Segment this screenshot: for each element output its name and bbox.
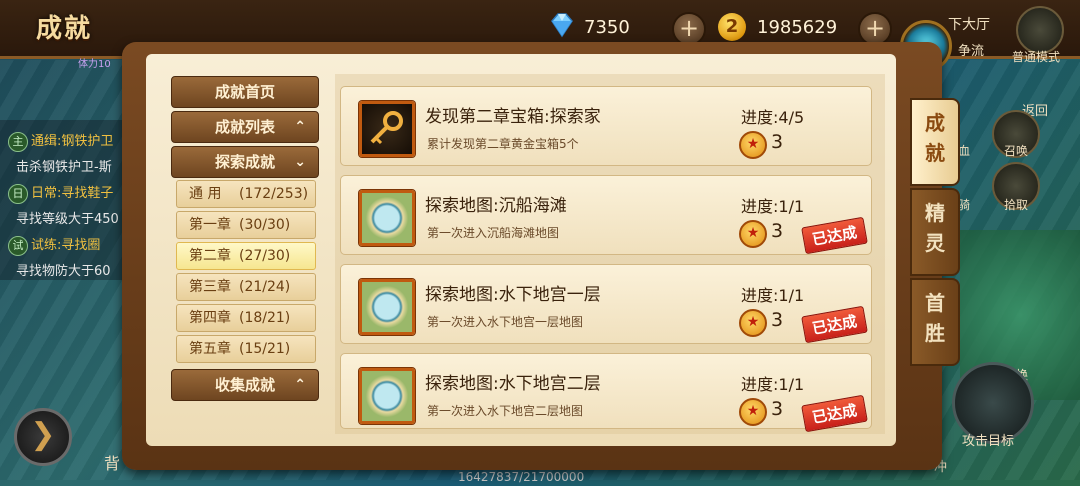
key-icon (359, 101, 415, 157)
sub-item-chapter-1[interactable]: 第一章 (30/30) (176, 211, 316, 239)
star-medal-icon: ★ (739, 398, 767, 426)
achievement-reward: 3 (771, 220, 784, 242)
gold-coin-icon: 2 (718, 13, 746, 41)
nav-achievement-list[interactable]: 成就列表 ⌃ (171, 111, 319, 143)
tab-achievement[interactable]: 成就 (910, 98, 960, 186)
completed-stamp: 已达成 (801, 305, 868, 344)
tab-spirit[interactable]: 精灵 (910, 188, 960, 276)
sub-item-chapter-4[interactable]: 第四章 (18/21) (176, 304, 316, 332)
achievement-progress: 进度:4/5 (741, 108, 805, 127)
contest-label: 争流 (958, 44, 985, 59)
expand-arrow-button[interactable]: ❯ (14, 408, 72, 466)
add-diamond-button[interactable]: + (672, 12, 706, 46)
achievement-progress: 进度:1/1 (741, 286, 805, 305)
completed-stamp: 已达成 (801, 394, 868, 433)
pickup-label[interactable]: 拾取 (1004, 196, 1028, 213)
sub-item-chapter-3[interactable]: 第三章 (21/24) (176, 273, 316, 301)
gold-count: 1985629 (757, 17, 838, 38)
achievement-progress: 进度:1/1 (741, 197, 805, 216)
achievement-desc: 第一次进入水下地宫二层地图 (427, 404, 584, 418)
achievement-title: 探索地图:水下地宫一层 (425, 285, 601, 305)
chevron-up-icon: ⌃ (294, 377, 306, 393)
hall-label[interactable]: 下大厅 (948, 14, 990, 34)
star-medal-icon: ★ (739, 131, 767, 159)
sub-item-chapter-5[interactable]: 第五章 (15/21) (176, 335, 316, 363)
chevron-down-icon: ⌄ (294, 154, 306, 170)
mode-label: 普通模式 (1012, 50, 1061, 64)
achievement-card[interactable]: 探索地图:水下地宫一层 第一次进入水下地宫一层地图 进度:1/1 ★ 3 已达成 (340, 264, 872, 344)
nav-explore-achievements[interactable]: 探索成就 ⌄ (171, 146, 319, 178)
achievement-desc: 第一次进入水下地宫一层地图 (427, 315, 584, 329)
chevron-up-icon: ⌃ (294, 119, 306, 135)
completed-stamp: 已达成 (801, 216, 868, 255)
add-gold-button[interactable]: + (858, 12, 892, 46)
achievement-progress: 进度:1/1 (741, 375, 805, 394)
mode-icon[interactable] (1016, 6, 1064, 54)
achievement-card[interactable]: 探索地图:沉船海滩 第一次进入沉船海滩地图 进度:1/1 ★ 3 已达成 (340, 175, 872, 255)
achievement-reward: 3 (771, 398, 784, 420)
summon-label[interactable]: 召唤 (1004, 142, 1028, 159)
tab-first-win[interactable]: 首胜 (910, 278, 960, 366)
achievement-reward: 3 (771, 131, 784, 153)
achievement-card[interactable]: 探索地图:水下地宫二层 第一次进入水下地宫二层地图 进度:1/1 ★ 3 已达成 (340, 353, 872, 433)
sub-item-chapter-2[interactable]: 第二章 (27/30) (176, 242, 316, 270)
achievement-title: 探索地图:沉船海滩 (425, 196, 567, 216)
achievement-desc: 第一次进入沉船海滩地图 (427, 226, 560, 240)
portal-ring-icon (359, 279, 415, 335)
achievement-title: 发现第二章宝箱:探索家 (425, 107, 601, 127)
achievement-title: 探索地图:水下地宫二层 (425, 374, 601, 394)
star-medal-icon: ★ (739, 309, 767, 337)
achievement-reward: 3 (771, 309, 784, 331)
attack-button[interactable]: 攻击目标 (962, 430, 1014, 449)
page-title: 成就 (36, 14, 93, 44)
bag-label[interactable]: 背 (104, 450, 120, 474)
diamond-count: 7350 (584, 17, 630, 38)
portal-ring-icon (359, 368, 415, 424)
nav-achievement-home[interactable]: 成就首页 (171, 76, 319, 108)
sub-item-general[interactable]: 通 用 (172/253) (176, 180, 316, 208)
exp-readout: 16427837/21700000 (458, 470, 585, 484)
achievement-card[interactable]: 发现第二章宝箱:探索家 累计发现第二章黄金宝箱5个 进度:4/5 ★ 3 (340, 86, 872, 166)
portal-ring-icon (359, 190, 415, 246)
nav-collect-achievements[interactable]: 收集成就 ⌃ (171, 369, 319, 401)
hp-text: 体力10 (78, 59, 111, 70)
star-medal-icon: ★ (739, 220, 767, 248)
diamond-icon (551, 13, 573, 38)
achievement-desc: 累计发现第二章黄金宝箱5个 (427, 137, 579, 151)
